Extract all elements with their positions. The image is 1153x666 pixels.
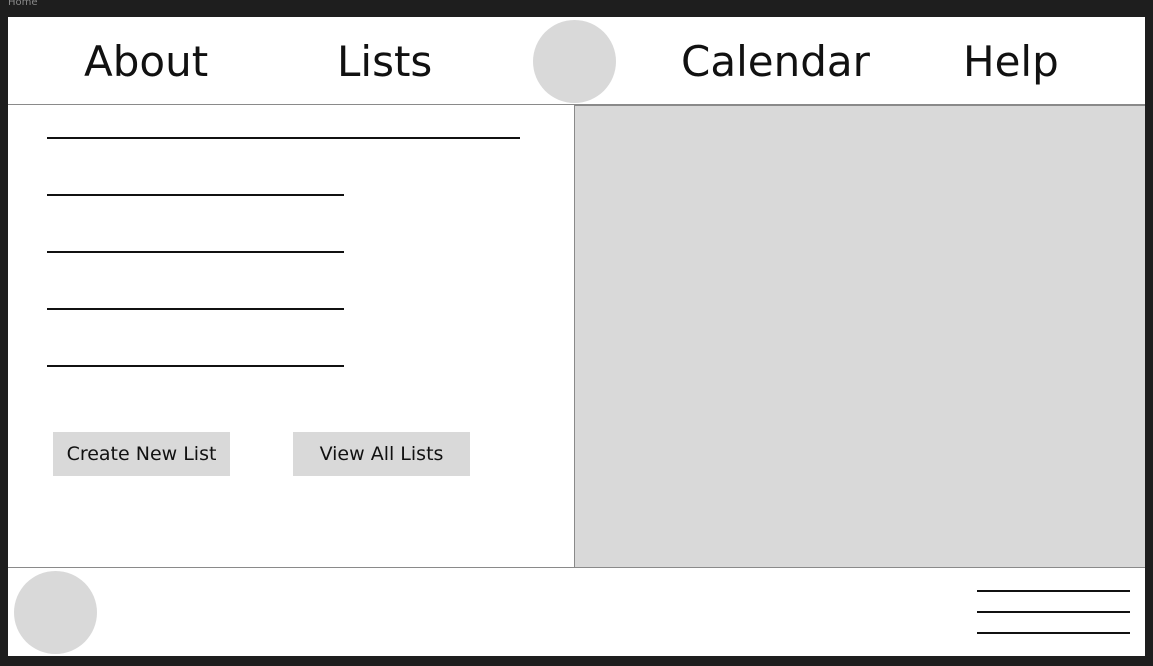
top-nav: About Lists Calendar Help bbox=[8, 17, 1145, 105]
home-frame: About Lists Calendar Help Create New Lis… bbox=[8, 17, 1145, 656]
list-item-placeholder[interactable] bbox=[47, 365, 344, 367]
content-placeholder-panel bbox=[574, 105, 1145, 567]
title-placeholder-line bbox=[47, 137, 520, 139]
list-item-placeholder[interactable] bbox=[47, 251, 344, 253]
hamburger-menu-icon[interactable] bbox=[977, 590, 1130, 636]
frame-label: Home bbox=[8, 0, 38, 8]
list-item-placeholder[interactable] bbox=[47, 194, 344, 196]
menu-bar bbox=[977, 632, 1130, 634]
footer bbox=[8, 567, 1145, 656]
create-new-list-button[interactable]: Create New List bbox=[53, 432, 230, 476]
view-all-lists-button[interactable]: View All Lists bbox=[293, 432, 470, 476]
menu-bar bbox=[977, 611, 1130, 613]
lists-panel: Create New List View All Lists bbox=[8, 105, 575, 567]
nav-calendar[interactable]: Calendar bbox=[681, 37, 870, 87]
nav-lists[interactable]: Lists bbox=[337, 37, 432, 87]
logo-placeholder-icon[interactable] bbox=[533, 20, 616, 103]
menu-bar bbox=[977, 590, 1130, 592]
list-item-placeholder[interactable] bbox=[47, 308, 344, 310]
avatar-placeholder-icon[interactable] bbox=[14, 571, 97, 654]
nav-help[interactable]: Help bbox=[963, 37, 1059, 87]
nav-about[interactable]: About bbox=[84, 37, 208, 87]
